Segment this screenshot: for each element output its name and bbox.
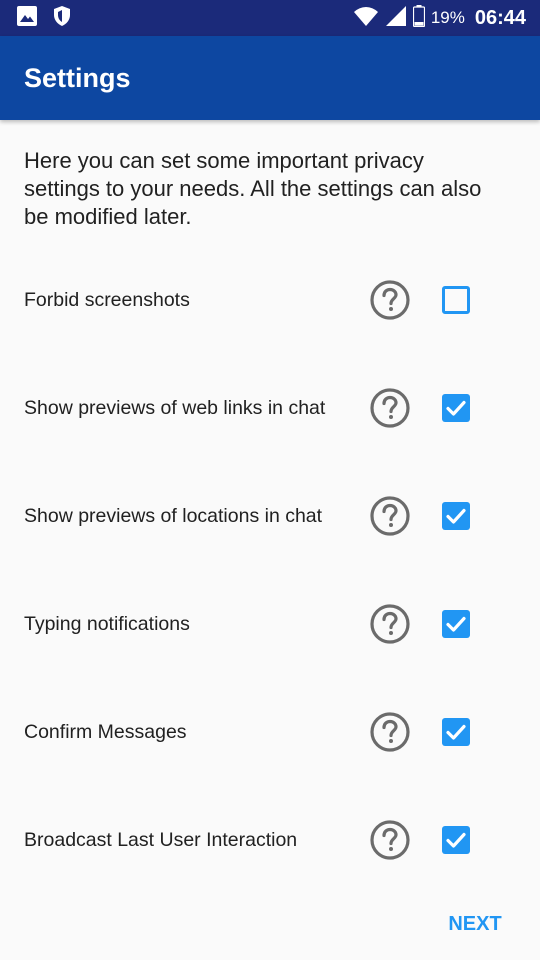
setting-row-web-link-previews: Show previews of web links in chat [0,354,540,462]
setting-label: Show previews of locations in chat [24,505,323,527]
checkbox-confirm-messages[interactable] [442,718,470,746]
help-icon[interactable] [369,819,411,861]
checkbox-location-previews[interactable] [442,502,470,530]
wifi-icon [353,6,379,31]
image-icon [16,5,38,32]
setting-label: Typing notifications [24,613,190,635]
checkbox-web-link-previews[interactable] [442,394,470,422]
intro-text: Here you can set some important privacy … [24,148,482,229]
page-title: Settings [24,62,131,93]
setting-label: Confirm Messages [24,721,187,743]
shield-icon [52,5,72,32]
checkbox-broadcast-last-interaction[interactable] [442,826,470,854]
app-bar: Settings [0,36,540,120]
setting-row-forbid-screenshots: Forbid screenshots [0,246,540,354]
help-icon[interactable] [369,603,411,645]
clock: 06:44 [474,6,526,29]
status-bar: 19% 06:44 [0,0,540,36]
battery-icon [412,4,425,32]
help-icon[interactable] [369,387,411,429]
battery-percent: 19% [430,8,465,27]
help-icon[interactable] [369,279,411,321]
help-icon[interactable] [369,711,411,753]
setting-row-broadcast-last-interaction: Broadcast Last User Interaction [0,786,540,894]
help-icon[interactable] [369,495,411,537]
signal-icon [385,5,407,32]
setting-row-typing-notifications: Typing notifications [0,570,540,678]
setting-label: Forbid screenshots [24,289,190,311]
settings-list: Forbid screenshots Show previews of web … [0,246,540,894]
checkbox-forbid-screenshots[interactable] [442,286,470,314]
setting-row-location-previews: Show previews of locations in chat [0,462,540,570]
setting-label: Show previews of web links in chat [24,397,326,419]
setting-row-confirm-messages: Confirm Messages [0,678,540,786]
setting-label: Broadcast Last User Interaction [24,829,298,851]
next-button[interactable]: NEXT [432,904,518,944]
checkbox-typing-notifications[interactable] [442,610,470,638]
